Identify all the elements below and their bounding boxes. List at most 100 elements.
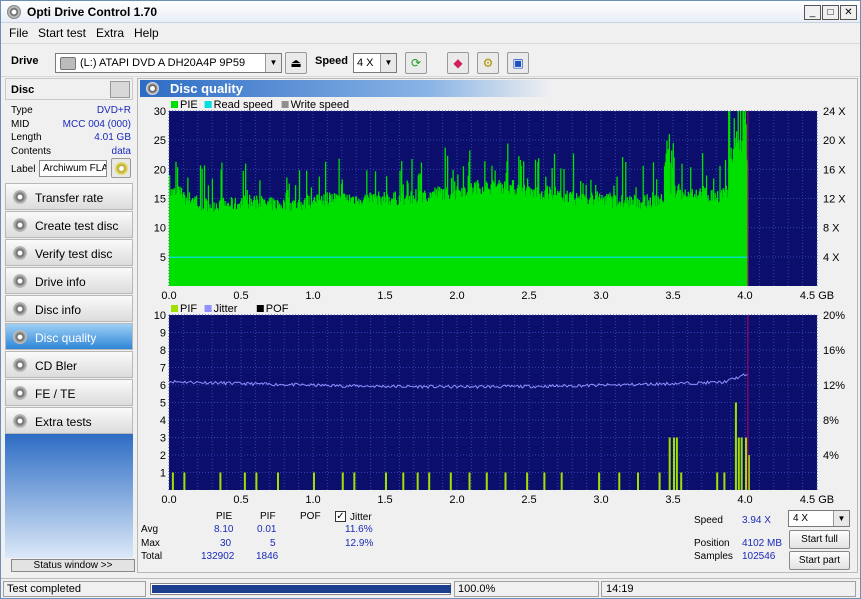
eraser-icon[interactable]: ◆: [447, 52, 469, 74]
speed-value: 4 X: [357, 57, 374, 69]
nav-item-verify-test-disc[interactable]: Verify test disc: [5, 239, 133, 266]
total-pif: 1846: [256, 551, 279, 562]
y2-tick-label: 16 X: [823, 164, 846, 176]
maximize-button[interactable]: □: [822, 5, 839, 20]
disc-header-button[interactable]: [110, 81, 130, 98]
y2-tick-label: 4 X: [823, 252, 840, 264]
nav-item-label: Verify test disc: [35, 247, 113, 261]
col-pif: PIF: [260, 511, 276, 522]
disc-icon: [13, 386, 27, 400]
nav-item-disc-quality[interactable]: Disc quality: [5, 323, 133, 350]
col-pof: POF: [300, 511, 321, 522]
menu-file[interactable]: File: [9, 26, 28, 40]
pif-bar: [219, 472, 222, 490]
test-speed-value: 4 X: [793, 513, 809, 524]
x-tick-label: 2.5: [521, 494, 536, 506]
nav-item-extra-tests[interactable]: Extra tests: [5, 407, 133, 434]
max-pie: 30: [220, 538, 232, 549]
pif-bar: [737, 437, 740, 490]
legend-entry: PIF: [180, 303, 197, 315]
y-tick-label: 20: [154, 164, 166, 176]
nav-item-label: Extra tests: [35, 415, 92, 429]
jitter-checkbox[interactable]: ✓: [335, 511, 346, 522]
max-label: Max: [141, 538, 160, 549]
pif-bar: [675, 437, 678, 490]
col-pie: PIE: [216, 511, 233, 522]
pif-bar: [734, 402, 737, 490]
y-tick-label: 5: [160, 252, 166, 264]
settings-icon[interactable]: ⚙: [477, 52, 499, 74]
nav-item-label: FE / TE: [35, 387, 76, 401]
start-full-button[interactable]: Start full: [789, 530, 850, 549]
pif-bar: [255, 472, 258, 490]
y-tick-label: 5: [160, 398, 166, 410]
panel-title: Disc quality: [170, 81, 243, 96]
max-pif: 5: [270, 538, 276, 549]
chevron-down-icon[interactable]: ▼: [380, 54, 396, 72]
samples-label: Samples: [694, 551, 733, 562]
save-icon[interactable]: ▣: [507, 52, 529, 74]
pif-bar: [428, 472, 431, 490]
col-jitter: Jitter: [350, 512, 372, 523]
nav-item-disc-info[interactable]: Disc info: [5, 295, 133, 322]
pif-bar: [353, 472, 356, 490]
disc-icon: [13, 246, 27, 260]
nav-item-label: CD Bler: [35, 359, 78, 373]
pie-chart: 510152025304 X8 X12 X16 X20 X24 X0.0 0.5 1…: [154, 99, 847, 302]
disc-label-field[interactable]: Archiwum FLA: [39, 160, 107, 177]
pif-bar: [637, 472, 639, 490]
chevron-down-icon[interactable]: ▼: [833, 511, 849, 526]
drive-label: Drive: [11, 55, 39, 67]
disc-quality-icon: [146, 82, 159, 95]
y-tick-label: 8: [160, 345, 166, 357]
nav-item-fe-te[interactable]: FE / TE: [5, 379, 133, 406]
pif-bar: [504, 472, 507, 490]
nav-item-label: Disc quality: [35, 331, 97, 345]
progress-bar: [150, 583, 451, 595]
toolbar: Drive (L:) ATAPI DVD A DH20A4P 9P59 ▼ ⏏ …: [1, 43, 860, 77]
close-button[interactable]: ✕: [840, 5, 857, 20]
disc-icon: [115, 162, 128, 175]
nav-item-create-test-disc[interactable]: Create test disc: [5, 211, 133, 238]
pif-bar: [385, 472, 387, 490]
y2-tick-label: 24 X: [823, 106, 846, 118]
pif-bar: [723, 472, 726, 490]
status-window-button[interactable]: Status window >>: [11, 559, 135, 572]
test-speed-select[interactable]: 4 X ▼: [788, 510, 850, 527]
pif-bar: [341, 472, 344, 490]
legend-entry: Read speed: [214, 99, 273, 111]
eject-button[interactable]: ⏏: [285, 52, 307, 74]
x-tick-label: 0.5: [233, 494, 248, 506]
avg-label: Avg: [141, 524, 159, 535]
y-tick-label: 4: [160, 415, 166, 427]
y2-tick-label: 20%: [823, 310, 845, 322]
pif-bar: [745, 437, 747, 490]
nav-item-label: Disc info: [35, 303, 82, 317]
pif-bar: [416, 472, 419, 490]
x-tick-label: 4.5 GB: [800, 494, 834, 506]
status-text: Test completed: [3, 581, 146, 597]
disc-label-button[interactable]: [111, 158, 131, 178]
chevron-down-icon[interactable]: ▼: [265, 54, 281, 72]
minimize-button[interactable]: _: [804, 5, 821, 20]
menu-help[interactable]: Help: [134, 26, 159, 40]
menu-start-test[interactable]: Start test: [38, 26, 86, 40]
start-part-button[interactable]: Start part: [789, 551, 850, 570]
speed-select[interactable]: 4 X ▼: [353, 53, 397, 73]
menu-extra[interactable]: Extra: [96, 26, 124, 40]
pif-bar: [716, 472, 719, 490]
nav-item-cd-bler[interactable]: CD Bler: [5, 351, 133, 378]
nav-item-drive-info[interactable]: Drive info: [5, 267, 133, 294]
nav-item-label: Create test disc: [35, 219, 119, 233]
disc-icon: [13, 218, 27, 232]
y2-tick-label: 8%: [823, 415, 839, 427]
nav-item-transfer-rate[interactable]: Transfer rate: [5, 183, 133, 210]
nav-item-label: Transfer rate: [35, 191, 104, 205]
y-tick-label: 3: [160, 433, 166, 445]
x-tick-label: 3.0: [593, 494, 608, 506]
refresh-icon[interactable]: ⟳: [405, 52, 427, 74]
drive-select[interactable]: (L:) ATAPI DVD A DH20A4P 9P59 ▼: [55, 53, 282, 73]
disc-icon: [13, 330, 27, 344]
y-tick-label: 10: [154, 310, 166, 322]
progress-fill: [152, 585, 451, 593]
